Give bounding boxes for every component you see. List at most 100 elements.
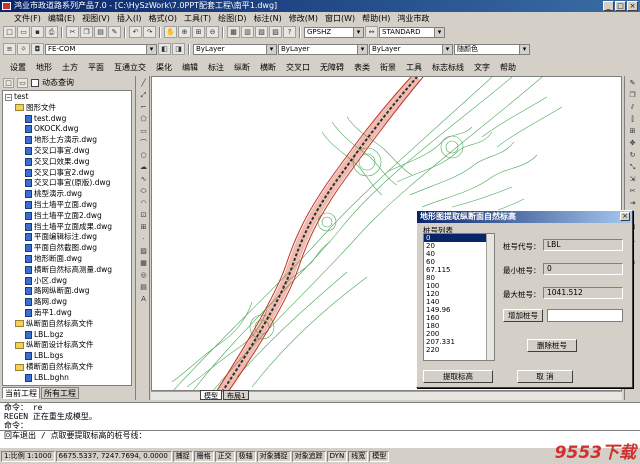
minimize-button[interactable]: _: [603, 1, 614, 11]
road-menu-tools[interactable]: 工具: [406, 62, 422, 73]
tree-item[interactable]: 地形断面.dwg: [25, 254, 82, 264]
zoom-window-icon[interactable]: ⊞: [192, 26, 205, 38]
copy-object-icon[interactable]: ❐: [628, 90, 638, 100]
station-list-scrollbar[interactable]: [486, 234, 494, 360]
gradient-icon[interactable]: ▦: [139, 258, 149, 268]
rectangle-icon[interactable]: ▭: [139, 126, 149, 136]
revcloud-icon[interactable]: ☁: [139, 162, 149, 172]
toggle-ortho[interactable]: 正交: [214, 451, 235, 462]
road-menu-settings[interactable]: 设置: [10, 62, 26, 73]
toggle-otrack[interactable]: 对象追踪: [291, 451, 326, 462]
tree-item[interactable]: 路网纵断面.dwg: [25, 286, 90, 296]
tree-item[interactable]: 挡土墙平立面2.dwg: [25, 211, 102, 221]
erase-icon[interactable]: ✎: [628, 78, 638, 88]
station-list-item[interactable]: 0: [424, 234, 494, 242]
extend-icon[interactable]: ⇥: [628, 198, 638, 208]
road-menu-signs[interactable]: 标志标线: [432, 62, 464, 73]
tool-palette-icon[interactable]: ▧: [255, 26, 268, 38]
add-station-input[interactable]: [547, 309, 623, 322]
toggle-snap[interactable]: 捕捉: [172, 451, 193, 462]
toggle-grid[interactable]: 栅格: [193, 451, 214, 462]
road-menu-help[interactable]: 帮助: [500, 62, 516, 73]
undo-icon[interactable]: ↶: [129, 26, 142, 38]
tree-item[interactable]: 挡土墙平立面.dwg: [25, 200, 97, 210]
road-menu-plan[interactable]: 平面: [88, 62, 104, 73]
open-icon[interactable]: ▭: [17, 26, 30, 38]
road-menu-earthwork[interactable]: 土方: [62, 62, 78, 73]
trim-icon[interactable]: ✂: [628, 186, 638, 196]
road-menu-tables[interactable]: 表类: [354, 62, 370, 73]
tree-item[interactable]: 桃型演示.dwg: [25, 189, 82, 199]
tree-item[interactable]: 交叉口事宜2.dwg: [25, 168, 94, 178]
road-menu-terrain[interactable]: 地形: [36, 62, 52, 73]
tree-item[interactable]: 南平1.dwg: [25, 308, 72, 318]
delete-station-button[interactable]: 删除桩号: [527, 339, 577, 352]
tree-item[interactable]: 平面编辑标注.dwg: [25, 232, 97, 242]
station-list-item[interactable]: 220: [424, 346, 494, 354]
mirror-icon[interactable]: ⫽: [628, 102, 638, 112]
tree-item[interactable]: 路网.dwg: [25, 297, 67, 307]
toggle-lineweight[interactable]: 线宽: [348, 451, 369, 462]
stretch-icon[interactable]: ⇲: [628, 174, 638, 184]
toggle-polar[interactable]: 极轴: [235, 451, 256, 462]
plotstyle-combo[interactable]: 随颜色: [454, 43, 530, 55]
menu-hongye[interactable]: 鸿业市政: [397, 13, 429, 24]
extract-elevation-button[interactable]: 提取标高: [423, 370, 493, 383]
polyline-icon[interactable]: ⌐: [139, 102, 149, 112]
help-icon[interactable]: ?: [283, 26, 296, 38]
mtext-icon[interactable]: A: [139, 294, 149, 304]
road-menu-interchange[interactable]: 互通立交: [114, 62, 146, 73]
station-list-item[interactable]: 149.96: [424, 306, 494, 314]
circle-icon[interactable]: ○: [139, 150, 149, 160]
road-menu-text[interactable]: 文字: [474, 62, 490, 73]
layer-state-icon[interactable]: ☼: [17, 43, 30, 55]
redo-icon[interactable]: ↷: [143, 26, 156, 38]
road-menu-channelization[interactable]: 渠化: [156, 62, 172, 73]
line-icon[interactable]: ╱: [139, 78, 149, 88]
menu-window[interactable]: 窗口(W): [325, 13, 355, 24]
matchprop-icon[interactable]: ✎: [108, 26, 121, 38]
station-list-item[interactable]: 60: [424, 258, 494, 266]
tree-item[interactable]: LBL.bghn: [25, 373, 69, 383]
textstyle-combo[interactable]: GPSHZ: [304, 26, 364, 38]
command-window[interactable]: 命令： re REGEN 正在重生成模型。 命令： 回车退出 / 点取要提取标高…: [0, 402, 640, 448]
station-list-item[interactable]: 20: [424, 242, 494, 250]
rotate-icon[interactable]: ↻: [628, 150, 638, 160]
tree-item[interactable]: 小区.dwg: [25, 276, 67, 286]
tree-item[interactable]: 纵断面设计标高文件: [15, 340, 94, 350]
move-icon[interactable]: ✥: [628, 138, 638, 148]
tree-item[interactable]: OKOCK.dwg: [25, 124, 79, 134]
table-icon[interactable]: ▤: [139, 282, 149, 292]
zoom-previous-icon[interactable]: ⊖: [206, 26, 219, 38]
road-menu-streetscape[interactable]: 街景: [380, 62, 396, 73]
dimstyle-combo[interactable]: STANDARD: [379, 26, 445, 38]
menu-tools[interactable]: 工具(T): [184, 13, 211, 24]
dimstyle-icon[interactable]: ↔: [365, 26, 378, 38]
tree-item[interactable]: LBL.bgs: [25, 351, 63, 361]
station-list-item[interactable]: 80: [424, 274, 494, 282]
tree-item[interactable]: 横断面自然标高文件: [15, 362, 94, 372]
construction-line-icon[interactable]: ⤢: [139, 90, 149, 100]
road-menu-crosssection[interactable]: 横断: [260, 62, 276, 73]
region-icon[interactable]: ◎: [139, 270, 149, 280]
insert-block-icon[interactable]: ⊡: [139, 210, 149, 220]
point-icon[interactable]: ·: [139, 234, 149, 244]
tree-item[interactable]: LBL.bgz: [25, 330, 63, 340]
tree-item[interactable]: 纵断面自然标高文件: [15, 319, 94, 329]
cancel-button[interactable]: 取 消: [517, 370, 573, 383]
design-center-icon[interactable]: ▥: [241, 26, 254, 38]
ellipse-arc-icon[interactable]: ◠: [139, 198, 149, 208]
menu-insert[interactable]: 插入(I): [117, 13, 142, 24]
cut-icon[interactable]: ✂: [66, 26, 79, 38]
menu-dimension[interactable]: 标注(N): [254, 13, 282, 24]
dynamic-query-checkbox[interactable]: [31, 78, 39, 87]
toggle-model[interactable]: 模型: [369, 451, 390, 462]
calculator-icon[interactable]: ▨: [269, 26, 282, 38]
spline-icon[interactable]: ∿: [139, 174, 149, 184]
road-menu-edit[interactable]: 编辑: [182, 62, 198, 73]
maximize-button[interactable]: □: [615, 1, 626, 11]
road-menu-accessibility[interactable]: 无障碍: [320, 62, 344, 73]
menu-view[interactable]: 视图(V): [82, 13, 110, 24]
make-block-icon[interactable]: ⊞: [139, 222, 149, 232]
tree-item[interactable]: 交叉口效果.dwg: [25, 157, 90, 167]
